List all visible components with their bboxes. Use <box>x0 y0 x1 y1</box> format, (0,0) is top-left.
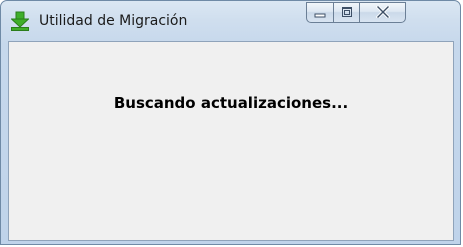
title-bar[interactable]: Utilidad de Migración <box>1 1 460 41</box>
maximize-icon <box>341 3 353 22</box>
status-message: Buscando actualizaciones... <box>113 94 349 112</box>
minimize-button[interactable] <box>306 2 333 23</box>
window-title: Utilidad de Migración <box>39 13 188 29</box>
download-arrow-icon <box>10 11 30 31</box>
dialog-content: Buscando actualizaciones... <box>8 41 454 241</box>
app-window: Utilidad de Migración Buscando actualiza… <box>0 0 461 245</box>
minimize-icon <box>314 3 326 22</box>
close-icon <box>375 3 390 22</box>
close-button[interactable] <box>359 2 406 23</box>
maximize-button[interactable] <box>333 2 359 23</box>
caption-buttons <box>306 2 406 23</box>
